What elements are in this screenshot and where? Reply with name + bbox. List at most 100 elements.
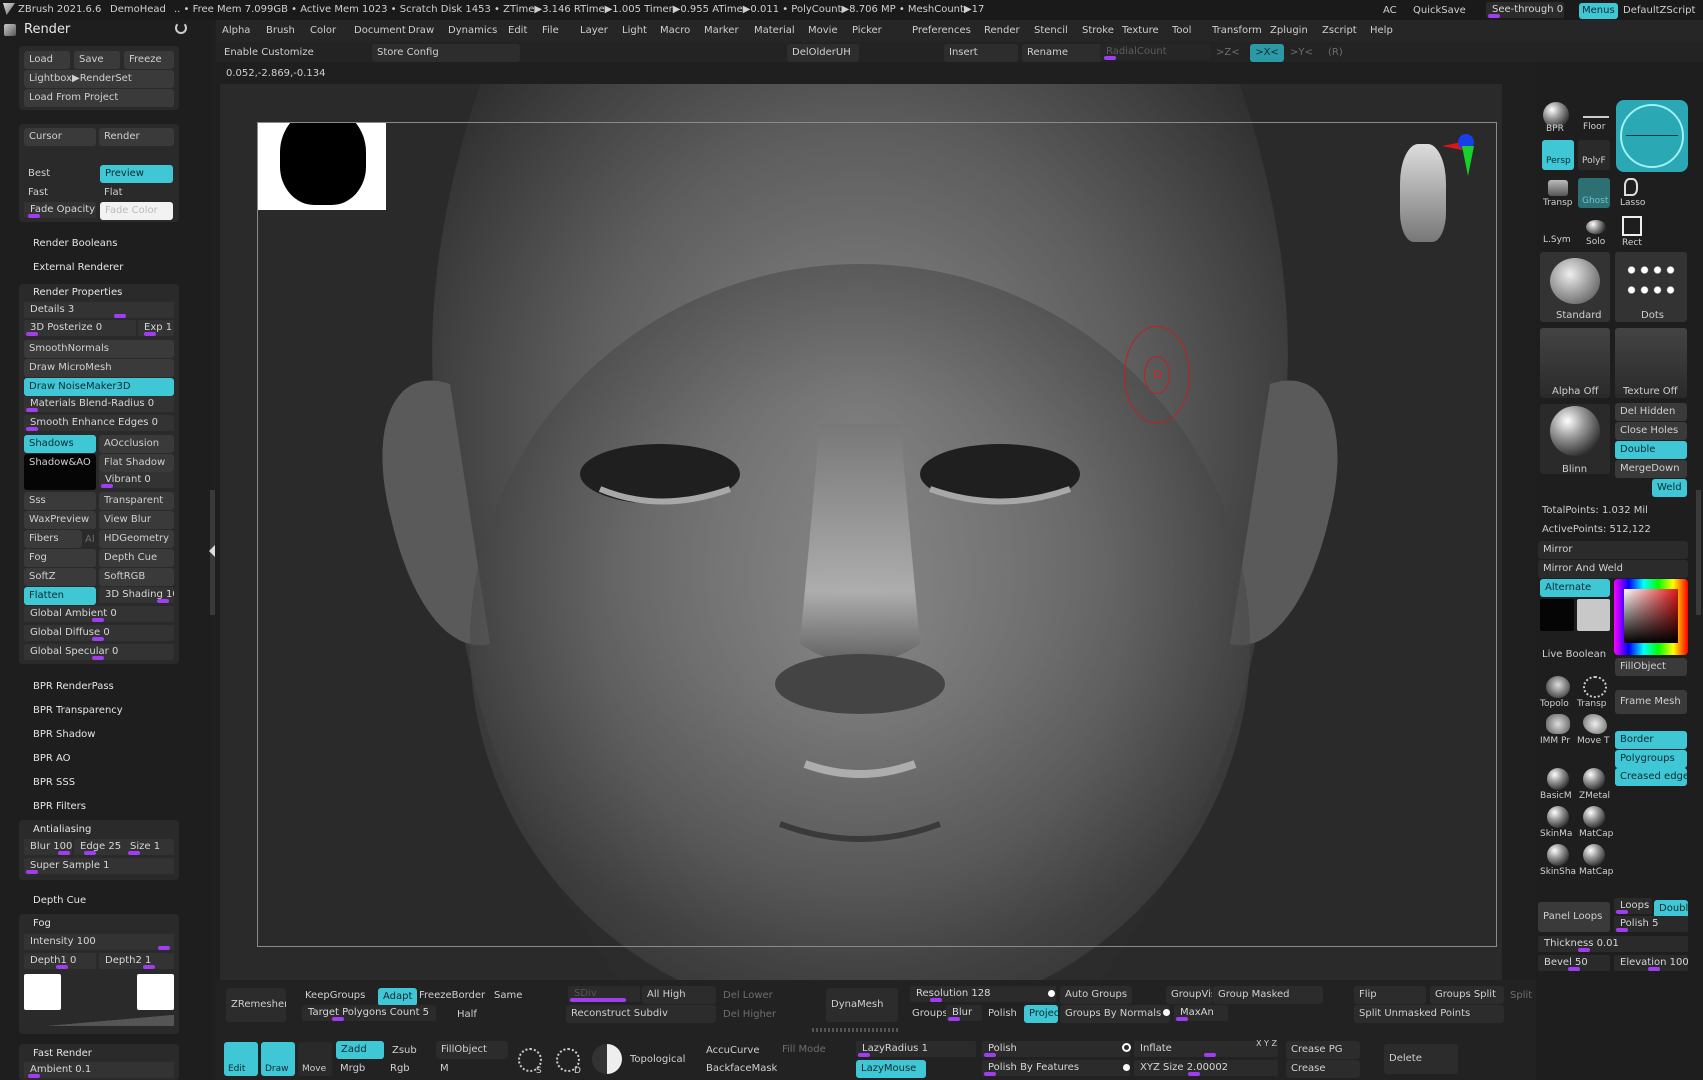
menu-material[interactable]: Material — [754, 25, 808, 36]
backfacemask-toggle[interactable]: BackfaceMask — [706, 1063, 777, 1074]
menu-marker[interactable]: Marker — [704, 25, 754, 36]
bpr-transparency-section[interactable]: BPR Transparency — [33, 705, 123, 716]
global-diffuse-slider[interactable]: Global Diffuse 0 — [24, 625, 174, 641]
right-shelf-scrollbar[interactable] — [1696, 490, 1701, 615]
imm-primitives-icon[interactable] — [1546, 714, 1570, 734]
project-toggle[interactable]: Project — [1024, 1005, 1058, 1023]
transparent-button[interactable]: Transparent — [99, 492, 174, 510]
menu-picker[interactable]: Picker — [852, 25, 912, 36]
secondary-color-swatch[interactable] — [1540, 599, 1574, 631]
save-button[interactable]: Save — [74, 51, 120, 69]
border-button[interactable]: Border — [1615, 731, 1687, 749]
polish-radio[interactable] — [1122, 1043, 1131, 1052]
load-button[interactable]: Load — [24, 51, 70, 69]
target-polygons-slider[interactable]: Target Polygons Count 5 — [302, 1005, 436, 1021]
waxpreview-button[interactable]: WaxPreview — [24, 511, 96, 529]
shadow-ao-preview[interactable]: Shadow&AO — [24, 454, 96, 490]
fast-render-section[interactable]: Fast Render — [33, 1048, 92, 1059]
fast-button[interactable]: Fast — [28, 187, 48, 198]
double-button[interactable]: Double — [1615, 441, 1687, 459]
menu-draw[interactable]: Draw — [408, 25, 448, 36]
radial-toggle[interactable]: (R) — [1328, 47, 1343, 58]
lazy-radius-slider[interactable]: LazyRadius 1 — [856, 1041, 976, 1057]
dots-stroke-thumb[interactable]: Dots — [1615, 252, 1687, 322]
fog-color-swatch-right[interactable] — [137, 974, 174, 1010]
move-mode-button[interactable]: Move — [298, 1042, 332, 1076]
thumbnail-view[interactable] — [258, 123, 386, 210]
transpose-icon[interactable] — [1583, 676, 1607, 698]
bpr-sss-section[interactable]: BPR SSS — [33, 777, 75, 788]
menu-layer[interactable]: Layer — [580, 25, 622, 36]
weld-button[interactable]: Weld — [1652, 479, 1687, 497]
zadd-button[interactable]: Zadd — [336, 1041, 384, 1059]
rotate-compass[interactable] — [1616, 100, 1688, 172]
menu-texture[interactable]: Texture — [1122, 25, 1172, 36]
basic-material-icon[interactable] — [1547, 768, 1569, 790]
matcap-icon[interactable] — [1583, 806, 1605, 828]
adapt-toggle[interactable]: Adapt — [378, 988, 418, 1006]
menu-dynamics[interactable]: Dynamics — [448, 25, 508, 36]
panel-loops-button[interactable]: Panel Loops — [1538, 902, 1610, 932]
delete-button[interactable]: Delete — [1384, 1044, 1458, 1074]
store-config-button[interactable]: Store Config — [372, 44, 520, 62]
x-axis-toggle[interactable]: >X< — [1250, 44, 1284, 62]
softrgb-button[interactable]: SoftRGB — [99, 568, 174, 586]
bpr-shadow-section[interactable]: BPR Shadow — [33, 729, 95, 740]
fade-color-swatch[interactable]: Fade Color — [100, 202, 173, 220]
flat-button[interactable]: Flat — [104, 187, 123, 198]
dynamesh-button[interactable]: DynaMesh — [826, 988, 898, 1022]
menu-movie[interactable]: Movie — [808, 25, 852, 36]
zremesher-button[interactable]: ZRemesher — [226, 988, 286, 1022]
menu-zscript[interactable]: Zscript — [1322, 25, 1370, 36]
exp-slider[interactable]: Exp 1 — [138, 320, 174, 336]
normals-radio[interactable] — [1163, 1009, 1170, 1016]
standard-brush-thumb[interactable]: Standard — [1540, 252, 1610, 322]
polyf-button[interactable]: PolyF — [1578, 140, 1610, 170]
split-unmasked-button[interactable]: Split Unmasked Points — [1354, 1005, 1504, 1023]
y-axis-toggle[interactable]: >Y< — [1290, 47, 1313, 58]
bpr-filters-section[interactable]: BPR Filters — [33, 801, 86, 812]
insert-button[interactable]: Insert — [944, 44, 1018, 62]
flatten-button[interactable]: Flatten — [24, 587, 96, 605]
crease-button[interactable]: Crease — [1286, 1060, 1360, 1078]
preview-button[interactable]: Preview — [100, 165, 173, 183]
posterize-slider[interactable]: 3D Posterize 0 — [24, 320, 136, 336]
zmetal-icon[interactable] — [1583, 768, 1605, 790]
groups-split-button[interactable]: Groups Split — [1430, 986, 1504, 1004]
details-slider[interactable]: Details 3 — [24, 302, 174, 318]
radial-count-slider[interactable]: RadialCount — [1100, 44, 1210, 60]
color-picker-square[interactable] — [1624, 589, 1678, 643]
bpr-ao-section[interactable]: BPR AO — [33, 753, 71, 764]
m-button[interactable]: M — [440, 1063, 449, 1074]
default-zscript[interactable]: DefaultZScript — [1623, 5, 1695, 16]
rename-button[interactable]: Rename — [1022, 44, 1102, 62]
menu-stroke[interactable]: Stroke — [1082, 25, 1122, 36]
group-masked-button[interactable]: Group Masked — [1213, 986, 1323, 1004]
menu-preferences[interactable]: Preferences — [912, 25, 984, 36]
ghost-button[interactable]: Ghost — [1578, 178, 1610, 208]
live-boolean-label[interactable]: Live Boolean — [1542, 649, 1606, 660]
view-blur-button[interactable]: View Blur — [99, 511, 174, 529]
freezeborder-toggle[interactable]: FreezeBorder — [419, 990, 485, 1001]
zsub-button[interactable]: Zsub — [392, 1045, 417, 1056]
keepgroups-toggle[interactable]: KeepGroups — [305, 990, 365, 1001]
polish-features-radio[interactable] — [1123, 1064, 1130, 1071]
bevel-slider[interactable]: Bevel 50 — [1538, 955, 1610, 971]
fill-object-button[interactable]: FillObject — [1615, 658, 1687, 676]
edge-slider[interactable]: Edge 25 — [74, 839, 126, 855]
fog-section[interactable]: Fog — [33, 918, 51, 929]
left-tray-collapse-icon[interactable] — [209, 545, 215, 557]
xyz-axis-toggles[interactable]: X Y Z — [1256, 1039, 1277, 1048]
reconstruct-subdiv-button[interactable]: Reconstruct Subdiv — [566, 1005, 716, 1023]
fade-opacity-slider[interactable]: Fade Opacity — [24, 202, 96, 218]
intensity-slider[interactable]: Intensity 100 — [24, 934, 174, 950]
fibers-all-toggle[interactable]: Al — [85, 534, 95, 545]
skin-shade-icon[interactable] — [1547, 844, 1569, 866]
see-through-slider[interactable]: See-through 0 — [1486, 2, 1564, 18]
solo-icon[interactable] — [1586, 220, 1606, 234]
edit-mode-button[interactable]: Edit — [224, 1042, 258, 1076]
skin-material-icon[interactable] — [1547, 806, 1569, 828]
load-from-project-button[interactable]: Load From Project — [24, 89, 174, 107]
fog-curve-graph[interactable] — [24, 1014, 174, 1026]
depth-cue-section[interactable]: Depth Cue — [33, 895, 86, 906]
